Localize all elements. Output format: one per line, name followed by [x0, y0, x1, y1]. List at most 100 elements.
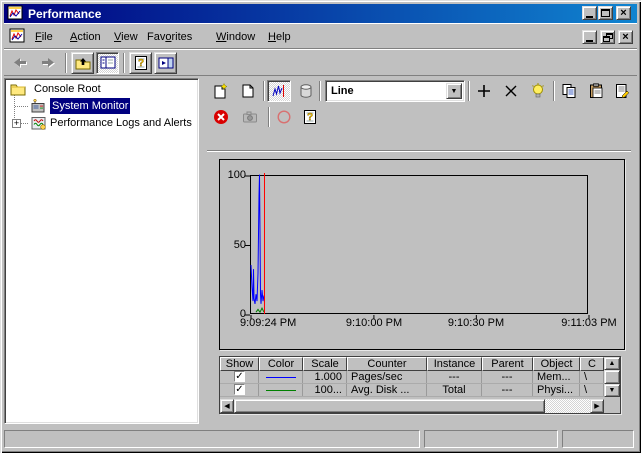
instance-cell: ---: [427, 371, 482, 383]
scroll-up-button[interactable]: ▲: [604, 357, 620, 370]
legend-horizontal-scrollbar[interactable]: ◀ ▶: [220, 399, 604, 413]
down-arrow-icon: ▼: [608, 387, 616, 394]
scroll-down-button[interactable]: ▼: [604, 384, 620, 397]
performance-logs-icon: [31, 117, 46, 130]
system-monitor-panel: Line ▼ ? 100 50 0 9:09:24 PM 9:10:00 PM …: [205, 76, 633, 425]
combo-dropdown-button[interactable]: ▼: [446, 83, 462, 99]
menu-action[interactable]: Action: [66, 29, 105, 45]
properties-button[interactable]: [610, 80, 634, 102]
status-bar-panel: [424, 430, 558, 448]
show-checkbox[interactable]: ✓: [234, 371, 245, 382]
delete-counter-button[interactable]: [499, 80, 523, 102]
maximize-button[interactable]: [598, 6, 613, 20]
status-bar-panel: [562, 430, 634, 448]
tree-expand-icon[interactable]: +: [12, 119, 21, 128]
help-topics-button[interactable]: ?: [298, 106, 322, 128]
forward-button[interactable]: [37, 52, 60, 74]
column-header-object[interactable]: Object: [533, 357, 580, 371]
close-button[interactable]: ×: [616, 6, 631, 20]
toolbar-separator: [65, 53, 67, 73]
help-page-icon: ?: [304, 110, 316, 124]
copy-pages-icon: [562, 84, 576, 98]
folder-icon: [10, 84, 26, 96]
object-cell: Mem...: [533, 371, 580, 383]
view-log-data-button[interactable]: [294, 80, 318, 102]
scale-cell: 100...: [303, 384, 347, 396]
menu-window[interactable]: Window: [212, 29, 259, 45]
column-header-parent[interactable]: Parent: [482, 357, 533, 371]
color-cell: [259, 384, 303, 396]
legend-row-avg-disk[interactable]: ✓ 100... Avg. Disk ... Total --- Physi..…: [220, 384, 604, 397]
vertical-scroll-thumb[interactable]: [604, 370, 620, 384]
child-minimize-button[interactable]: [582, 30, 597, 44]
horizontal-scroll-thumb[interactable]: [234, 399, 545, 413]
new-counter-set-button[interactable]: [208, 80, 232, 102]
menu-favorites[interactable]: Favorites: [143, 29, 196, 45]
left-arrow-icon: ◀: [224, 403, 230, 410]
plus-icon: [478, 85, 490, 97]
chart-icon: [272, 85, 284, 97]
column-header-color[interactable]: Color: [259, 357, 303, 371]
object-cell: Physi...: [533, 384, 580, 396]
update-data-button[interactable]: [238, 106, 262, 128]
forward-arrow-icon: [41, 58, 55, 68]
legend-vertical-scrollbar[interactable]: ▲ ▼: [604, 357, 620, 397]
column-header-instance[interactable]: Instance: [427, 357, 482, 371]
console-document-icon: [9, 28, 25, 43]
minimize-button[interactable]: [582, 6, 597, 20]
counter-cell: Pages/sec: [347, 371, 427, 383]
menu-help[interactable]: Help: [264, 29, 295, 45]
computer-cell: \: [580, 384, 604, 396]
toolbar-separator: [468, 81, 470, 101]
toolbar-separator: [268, 107, 270, 127]
time-range-circle-button[interactable]: [272, 106, 296, 128]
up-one-level-button[interactable]: [71, 52, 94, 74]
computer-cell: \: [580, 371, 604, 383]
tree-item-label: Performance Logs and Alerts: [50, 117, 192, 129]
svg-text:?: ?: [137, 58, 143, 69]
child-minimize-icon: [586, 39, 593, 42]
help-button[interactable]: ?: [129, 52, 152, 74]
paste-counter-list-button[interactable]: [584, 80, 608, 102]
menu-file[interactable]: File: [31, 29, 57, 45]
back-button[interactable]: [9, 52, 32, 74]
toolbar-separator: [553, 81, 555, 101]
column-header-counter[interactable]: Counter: [347, 357, 427, 371]
camera-icon: [243, 111, 257, 123]
panel-divider: [207, 150, 631, 152]
copy-properties-button[interactable]: [557, 80, 581, 102]
scroll-right-button[interactable]: ▶: [590, 399, 604, 413]
console-tree-panes-icon: [100, 56, 115, 69]
clipboard-paste-icon: [590, 83, 603, 98]
scroll-track[interactable]: [545, 399, 590, 413]
chevron-down-icon: ▼: [450, 87, 458, 95]
child-close-icon: ×: [622, 30, 629, 43]
child-restore-icon: [602, 32, 613, 42]
parent-cell: ---: [482, 371, 533, 383]
menu-view[interactable]: View: [110, 29, 142, 45]
child-close-button[interactable]: ×: [618, 30, 633, 44]
export-list-button[interactable]: [154, 52, 177, 74]
freeze-display-button[interactable]: [209, 106, 233, 128]
clear-display-button[interactable]: [236, 80, 260, 102]
column-header-scale[interactable]: Scale: [303, 357, 347, 371]
right-arrow-icon: ▶: [594, 403, 600, 410]
show-hide-tree-button[interactable]: [96, 52, 119, 74]
highlight-button[interactable]: [526, 80, 550, 102]
up-folder-icon: [75, 58, 90, 70]
view-current-activity-button[interactable]: [267, 80, 291, 102]
child-restore-button[interactable]: [600, 30, 615, 44]
back-arrow-icon: [13, 58, 27, 68]
series-color-swatch: [266, 390, 296, 391]
graph-type-select[interactable]: Line ▼: [325, 80, 465, 102]
column-header-show[interactable]: Show: [220, 357, 259, 371]
menu-bar: File Action View Favorites Window Help ×: [4, 23, 637, 49]
scale-cell: 1.000: [303, 371, 347, 383]
column-header-computer[interactable]: C: [580, 357, 604, 371]
system-monitor-icon: [31, 98, 45, 113]
add-counter-button[interactable]: [472, 80, 496, 102]
plot-area: [245, 173, 590, 319]
legend-row-pages-sec[interactable]: ✓ 1.000 Pages/sec --- --- Mem... \: [220, 371, 604, 384]
scroll-left-button[interactable]: ◀: [220, 399, 234, 413]
show-checkbox[interactable]: ✓: [234, 384, 245, 395]
